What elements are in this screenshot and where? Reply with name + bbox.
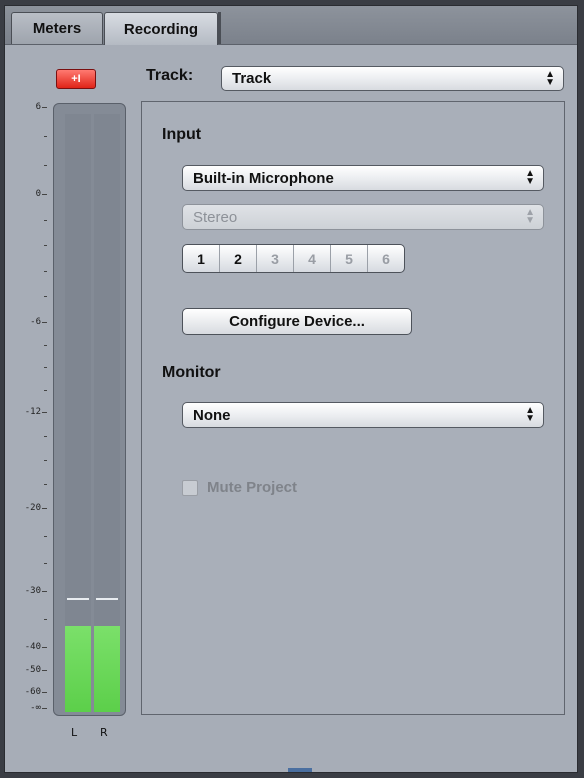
mute-project-checkbox[interactable]	[182, 479, 198, 496]
meter-scale-label: -60	[24, 687, 41, 697]
recording-pane: +I 6 0 -6 -12 -20 -30 -40 -50 -60 -∞ L R Track: T…	[5, 44, 577, 772]
meter-peak-left	[67, 597, 89, 600]
meter-scale-minor-tick	[44, 270, 47, 272]
meter-label-right: R	[100, 726, 108, 739]
meter-scale-tick	[42, 708, 47, 709]
meter-scale-tick	[42, 591, 47, 592]
input-device-popup[interactable]: Built-in Microphone ▲ ▼	[182, 165, 544, 191]
meter-scale-minor-tick	[44, 535, 47, 537]
recording-window: Meters Recording +I 6 0 -6 -12 -20 -30 -40 -50 -…	[4, 5, 578, 773]
clip-indicator-button[interactable]: +I	[56, 69, 96, 89]
meter-channel-right	[94, 114, 120, 712]
tab-bar: Meters Recording	[5, 6, 577, 45]
channel-5-button[interactable]: 5	[331, 245, 368, 272]
meter-scale-label: -20	[24, 503, 41, 513]
meter-scale-minor-tick	[44, 619, 47, 620]
meter-scale-tick	[42, 412, 47, 413]
updown-arrows-icon: ▲ ▼	[545, 68, 555, 88]
meter-scale-minor-tick	[44, 165, 47, 166]
meter-scale-minor-tick	[44, 389, 47, 391]
track-label: Track:	[146, 67, 194, 84]
meter-scale-label: 6	[35, 102, 41, 112]
updown-arrows-icon: ▲ ▼	[525, 168, 535, 187]
channel-6-button[interactable]: 6	[368, 245, 404, 272]
mute-project-row: Mute Project	[182, 479, 297, 496]
input-device-value: Built-in Microphone	[193, 169, 334, 187]
meter-level-right	[94, 625, 120, 712]
tab-meters[interactable]: Meters	[11, 12, 103, 44]
resize-grip[interactable]	[288, 768, 312, 772]
meter-level-left	[65, 625, 91, 712]
tab-divider	[218, 12, 221, 44]
meter-scale-label: -12	[24, 407, 41, 417]
input-section-title: Input	[162, 126, 202, 143]
meter-scale-tick	[42, 692, 47, 693]
updown-arrows-icon: ▲ ▼	[525, 405, 535, 424]
monitor-section-title: Monitor	[162, 364, 221, 381]
channel-4-button[interactable]: 4	[294, 245, 331, 272]
meter-scale-label: 0	[35, 189, 41, 199]
meter-scale-minor-tick	[44, 296, 47, 298]
meter-scale-minor-tick	[44, 563, 47, 565]
monitor-value: None	[193, 406, 231, 424]
mute-project-label: Mute Project	[207, 479, 298, 496]
meter-scale-label: -6	[30, 317, 41, 327]
meter-scale-minor-tick	[44, 367, 47, 368]
meter-scale-minor-tick	[44, 245, 47, 247]
meter-scale-minor-tick	[44, 436, 47, 437]
input-format-popup[interactable]: Stereo ▲ ▼	[182, 204, 544, 230]
configure-device-button[interactable]: Configure Device...	[182, 308, 412, 335]
meter-scale-label: -∞	[30, 703, 41, 713]
meter-scale-tick	[42, 508, 47, 509]
level-meter	[53, 103, 126, 716]
meter-scale-minor-tick	[44, 484, 47, 485]
meter-scale-label: -50	[24, 665, 41, 675]
monitor-popup[interactable]: None ▲ ▼	[182, 402, 544, 428]
updown-arrows-icon: ▲ ▼	[525, 207, 535, 226]
meter-scale-tick	[42, 647, 47, 648]
channel-3-button[interactable]: 3	[257, 245, 294, 272]
meter-scale-tick	[42, 322, 47, 323]
track-popup[interactable]: Track ▲ ▼	[221, 66, 564, 91]
meter-scale-minor-tick	[44, 460, 47, 461]
channel-1-button[interactable]: 1	[183, 245, 220, 272]
meter-label-left: L	[71, 726, 78, 739]
input-channel-selector: 1 2 3 4 5 6	[182, 244, 405, 273]
meter-scale-label: -30	[24, 586, 41, 596]
settings-panel: Input Built-in Microphone ▲ ▼ Stereo ▲ ▼ 1…	[141, 101, 565, 715]
meter-scale-minor-tick	[44, 136, 47, 137]
meter-scale-minor-tick	[44, 344, 47, 346]
meter-scale-tick	[42, 194, 47, 195]
input-format-value: Stereo	[193, 208, 238, 226]
tab-recording[interactable]: Recording	[104, 12, 218, 45]
meter-scale-minor-tick	[44, 219, 47, 221]
meter-peak-right	[96, 597, 118, 600]
meter-scale-tick	[42, 107, 47, 108]
meter-scale: 6 0 -6 -12 -20 -30 -40 -50 -60 -∞	[5, 44, 51, 744]
track-popup-value: Track	[232, 70, 272, 87]
meter-channel-left	[65, 114, 91, 712]
channel-2-button[interactable]: 2	[220, 245, 257, 272]
meter-scale-label: -40	[24, 642, 41, 652]
meter-scale-tick	[42, 670, 47, 671]
